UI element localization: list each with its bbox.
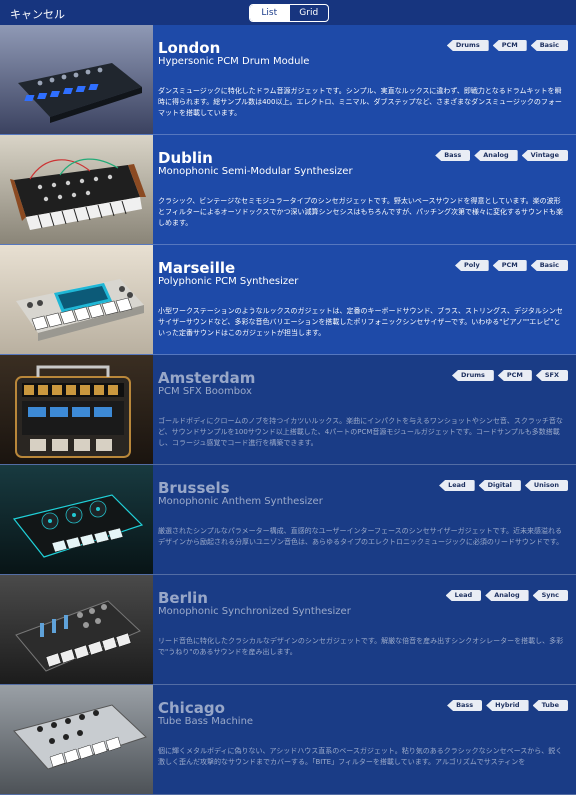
tag: Drums bbox=[446, 40, 489, 51]
modular-synth-thumbnail bbox=[0, 135, 153, 244]
list-item-berlin[interactable]: Berlin Monophonic Synchronized Synthesiz… bbox=[0, 575, 576, 685]
tag-list: Lead Digital Unison bbox=[439, 480, 568, 491]
gadget-subtitle: Monophonic Synchronized Synthesizer bbox=[158, 606, 351, 617]
gadget-subtitle: PCM SFX Boombox bbox=[158, 386, 252, 397]
gadget-description: 個に輝くメタルボディに偽りない、アシッドハウス直系のベースガジェット。粘り気のあ… bbox=[158, 747, 563, 766]
list-item-london[interactable]: London Hypersonic PCM Drum Module ダンスミュー… bbox=[0, 25, 576, 135]
cancel-button[interactable]: キャンセル bbox=[10, 6, 65, 22]
gadget-subtitle: Monophonic Semi-Modular Synthesizer bbox=[158, 166, 353, 177]
tag: Digital bbox=[478, 480, 521, 491]
gadget-description: リード音色に特化したクラシカルなデザインのシンセガジェットです。解厳な倍音を産み… bbox=[158, 637, 564, 656]
list-item-marseille[interactable]: Marseille Polyphonic PCM Synthesizer 小型ワ… bbox=[0, 245, 576, 355]
tag: PCM bbox=[492, 260, 527, 271]
gadget-name: Brussels bbox=[158, 479, 230, 497]
tag: Drums bbox=[451, 370, 494, 381]
gadget-name: Amsterdam bbox=[158, 369, 256, 387]
gadget-description: ダンスミュージックに特化したドラム音源ガジェットです。シンプル、実直なルックスに… bbox=[158, 87, 562, 117]
list-item-brussels[interactable]: Brussels Monophonic Anthem Synthesizer 厳… bbox=[0, 465, 576, 575]
tag: Unison bbox=[524, 480, 568, 491]
gadget-subtitle: Polyphonic PCM Synthesizer bbox=[158, 276, 299, 287]
tag-list: Drums PCM Basic bbox=[446, 40, 568, 51]
tag: Hybrid bbox=[486, 700, 529, 711]
gadget-name: Dublin bbox=[158, 149, 213, 167]
tag: SFX bbox=[535, 370, 568, 381]
tag: Bass bbox=[435, 150, 471, 161]
tag: Analog bbox=[474, 150, 518, 161]
tag: Poly bbox=[454, 260, 489, 271]
tag: PCM bbox=[497, 370, 532, 381]
top-bar: キャンセル List Grid bbox=[0, 0, 576, 25]
list-item-dublin[interactable]: Dublin Monophonic Semi-Modular Synthesiz… bbox=[0, 135, 576, 245]
tag: Vintage bbox=[521, 150, 568, 161]
drum-module-thumbnail bbox=[0, 25, 153, 134]
gadget-description: 小型ワークステーションのようなルックスのガジェットは、定番のキーボードサウンド、… bbox=[158, 307, 563, 337]
tag: Basic bbox=[530, 40, 568, 51]
bass-machine-thumbnail bbox=[0, 685, 153, 794]
gadget-description: ゴールドボディにクロームのノブを持つイカツいルックス。楽曲にインパクトを与えるワ… bbox=[158, 417, 563, 447]
view-mode-segmented-control: List Grid bbox=[249, 4, 329, 22]
gadget-subtitle: Hypersonic PCM Drum Module bbox=[158, 56, 310, 67]
tab-list[interactable]: List bbox=[250, 5, 289, 21]
tag: Bass bbox=[447, 700, 483, 711]
tag: Lead bbox=[439, 480, 475, 491]
tag: Basic bbox=[530, 260, 568, 271]
gadget-name: Marseille bbox=[158, 259, 236, 277]
list-item-chicago[interactable]: Chicago Tube Bass Machine 個に輝くメタルボディに偽りな… bbox=[0, 685, 576, 795]
tag-list: Lead Analog Sync bbox=[445, 590, 568, 601]
anthem-synth-thumbnail bbox=[0, 465, 153, 574]
tag-list: Bass Hybrid Tube bbox=[447, 700, 568, 711]
pcm-synth-thumbnail bbox=[0, 245, 153, 354]
tag: Tube bbox=[532, 700, 568, 711]
tag: Lead bbox=[445, 590, 482, 601]
gadget-name: Berlin bbox=[158, 589, 208, 607]
sync-synth-thumbnail bbox=[0, 575, 153, 684]
gadget-description: 厳選されたシンプルなパラメーター構成、直感的なユーザーインターフェースのシンセサ… bbox=[158, 527, 564, 546]
gadget-description: クラシック、ビンテージなセミモジュラータイプのシンセガジェットです。野太いベース… bbox=[158, 197, 563, 227]
boombox-thumbnail bbox=[0, 355, 153, 464]
tag: PCM bbox=[492, 40, 527, 51]
tag: Sync bbox=[532, 590, 568, 601]
tag-list: Poly PCM Basic bbox=[454, 260, 568, 271]
gadget-subtitle: Tube Bass Machine bbox=[158, 716, 254, 727]
tag-list: Drums PCM SFX bbox=[451, 370, 568, 381]
tab-grid[interactable]: Grid bbox=[288, 5, 329, 21]
tag-list: Bass Analog Vintage bbox=[435, 150, 568, 161]
list-item-amsterdam[interactable]: Amsterdam PCM SFX Boombox ゴールドボディにクロームのノ… bbox=[0, 355, 576, 465]
gadget-list: London Hypersonic PCM Drum Module ダンスミュー… bbox=[0, 25, 576, 795]
gadget-name: Chicago bbox=[158, 699, 225, 717]
gadget-subtitle: Monophonic Anthem Synthesizer bbox=[158, 496, 323, 507]
gadget-name: London bbox=[158, 39, 221, 57]
tag: Analog bbox=[485, 590, 529, 601]
